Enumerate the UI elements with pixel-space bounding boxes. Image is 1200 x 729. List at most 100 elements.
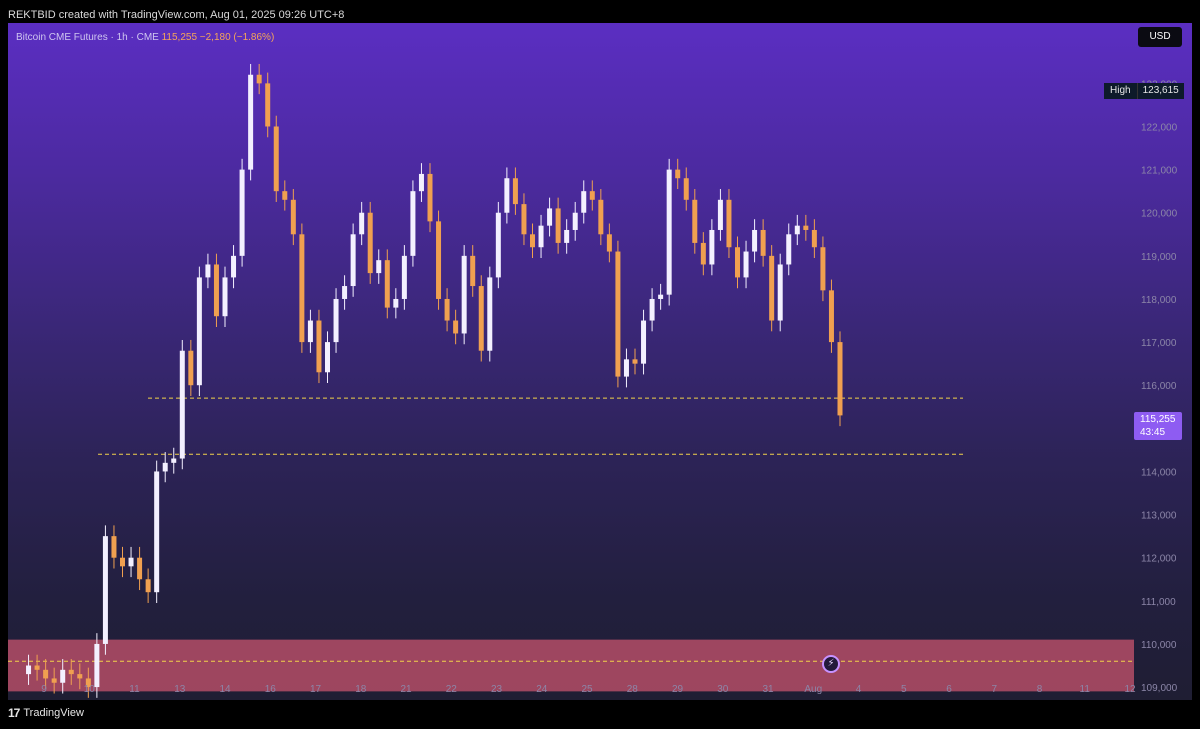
x-tick-label: 21 xyxy=(400,684,412,695)
x-tick-label: Aug xyxy=(804,684,822,695)
y-tick-label: 111,000 xyxy=(1141,597,1176,608)
candle-body xyxy=(307,320,313,343)
candle-body xyxy=(128,557,134,567)
candle-body xyxy=(213,264,219,317)
x-tick-label: 12 xyxy=(1124,684,1136,695)
x-tick-label: 16 xyxy=(265,684,277,695)
symbol-name: Bitcoin CME Futures · 1h · CME xyxy=(16,32,159,43)
candle-body xyxy=(555,208,561,243)
candle-body xyxy=(282,191,288,200)
y-tick-label: 120,000 xyxy=(1141,209,1178,220)
candle-body xyxy=(623,359,629,377)
x-tick-label: 7 xyxy=(991,684,997,695)
lightning-icon[interactable]: ⚡ xyxy=(822,655,840,673)
candle-body xyxy=(51,678,57,683)
candle-body xyxy=(606,234,612,252)
price-series-layer xyxy=(26,63,843,698)
candle-body xyxy=(538,225,544,248)
x-tick-label: 11 xyxy=(129,684,140,695)
candle-body xyxy=(521,204,527,235)
candle-body xyxy=(769,255,775,321)
candle-body xyxy=(717,199,723,230)
currency-button[interactable]: USD xyxy=(1138,27,1182,47)
y-tick-label: 122,000 xyxy=(1141,122,1178,133)
high-badge: High 123,615 xyxy=(1104,83,1184,99)
candle-body xyxy=(376,260,382,274)
candle-body xyxy=(461,255,467,334)
candle-body xyxy=(111,536,117,558)
y-tick-label: 117,000 xyxy=(1141,338,1177,349)
x-tick-label: 9 xyxy=(41,684,47,695)
y-tick-label: 109,000 xyxy=(1141,683,1178,694)
x-tick-label: 6 xyxy=(946,684,952,695)
footer-brand: 17 TradingView xyxy=(8,706,84,720)
current-price-badge: 115,255 43:45 xyxy=(1134,412,1182,440)
candle-body xyxy=(162,462,168,472)
candle-body xyxy=(692,199,698,243)
candle-body xyxy=(735,247,740,278)
y-tick-label: 118,000 xyxy=(1141,295,1177,306)
current-price: 115,255 xyxy=(1140,414,1176,425)
candle-body xyxy=(837,342,843,416)
candle-body xyxy=(649,298,655,321)
high-label: High xyxy=(1104,83,1137,99)
candle-body xyxy=(760,229,766,256)
candle-body xyxy=(504,178,510,213)
x-tick-label: 31 xyxy=(762,684,774,695)
candle-body xyxy=(478,286,484,351)
candle-body xyxy=(26,665,32,675)
candle-body xyxy=(342,286,348,299)
candle-body xyxy=(325,342,330,373)
y-tick-label: 110,000 xyxy=(1141,640,1177,651)
candle-body xyxy=(487,277,493,351)
candle-body xyxy=(265,83,271,127)
y-tick-label: 121,000 xyxy=(1141,166,1178,177)
x-tick-label: 23 xyxy=(491,684,503,695)
x-tick-label: 10 xyxy=(84,684,96,695)
high-value: 123,615 xyxy=(1136,83,1184,99)
y-tick-label: 113,000 xyxy=(1141,511,1177,522)
symbol-legend[interactable]: Bitcoin CME Futures · 1h · CME 115,255 −… xyxy=(16,32,274,43)
candle-body xyxy=(598,199,604,235)
x-tick-label: 5 xyxy=(901,684,907,695)
candle-body xyxy=(384,260,390,308)
candle-body xyxy=(743,251,749,278)
candle-body xyxy=(68,669,74,675)
candle-body xyxy=(231,255,237,278)
x-tick-label: 17 xyxy=(310,684,322,695)
candle-body xyxy=(564,229,570,243)
candle-body xyxy=(436,221,442,299)
candle-body xyxy=(256,74,262,84)
candle-body xyxy=(34,665,40,670)
candle-body xyxy=(547,208,553,226)
x-tick-label: 28 xyxy=(627,684,639,695)
candle-body xyxy=(359,212,365,235)
candle-body xyxy=(589,191,595,200)
candle-body xyxy=(803,225,809,230)
chart-area[interactable]: 124,000123,000122,000121,000120,000119,0… xyxy=(8,23,1192,700)
candle-body xyxy=(188,350,194,386)
candle-body xyxy=(299,234,305,343)
candle-body xyxy=(333,298,339,343)
price-chart[interactable]: 124,000123,000122,000121,000120,000119,0… xyxy=(8,23,1192,700)
candle-body xyxy=(777,264,783,321)
candle-body xyxy=(572,212,578,230)
chart-credit-header: REKTBID created with TradingView.com, Au… xyxy=(8,9,345,21)
candle-body xyxy=(666,169,672,295)
x-tick-label: 29 xyxy=(672,684,684,695)
candle-body xyxy=(470,255,476,287)
candle-body xyxy=(632,359,638,364)
candle-body xyxy=(239,169,245,256)
candle-body xyxy=(196,277,202,386)
support-lines-layer xyxy=(8,397,1134,662)
x-tick-label: 18 xyxy=(355,684,367,695)
candle-body xyxy=(393,298,399,308)
candle-body xyxy=(154,471,160,593)
candle-body xyxy=(794,225,800,235)
candle-body xyxy=(43,669,49,679)
candle-body xyxy=(273,126,279,192)
y-tick-label: 112,000 xyxy=(1141,554,1177,565)
candle-body xyxy=(444,298,450,321)
candle-body xyxy=(581,191,587,213)
last-price: 115,255 xyxy=(161,32,197,43)
